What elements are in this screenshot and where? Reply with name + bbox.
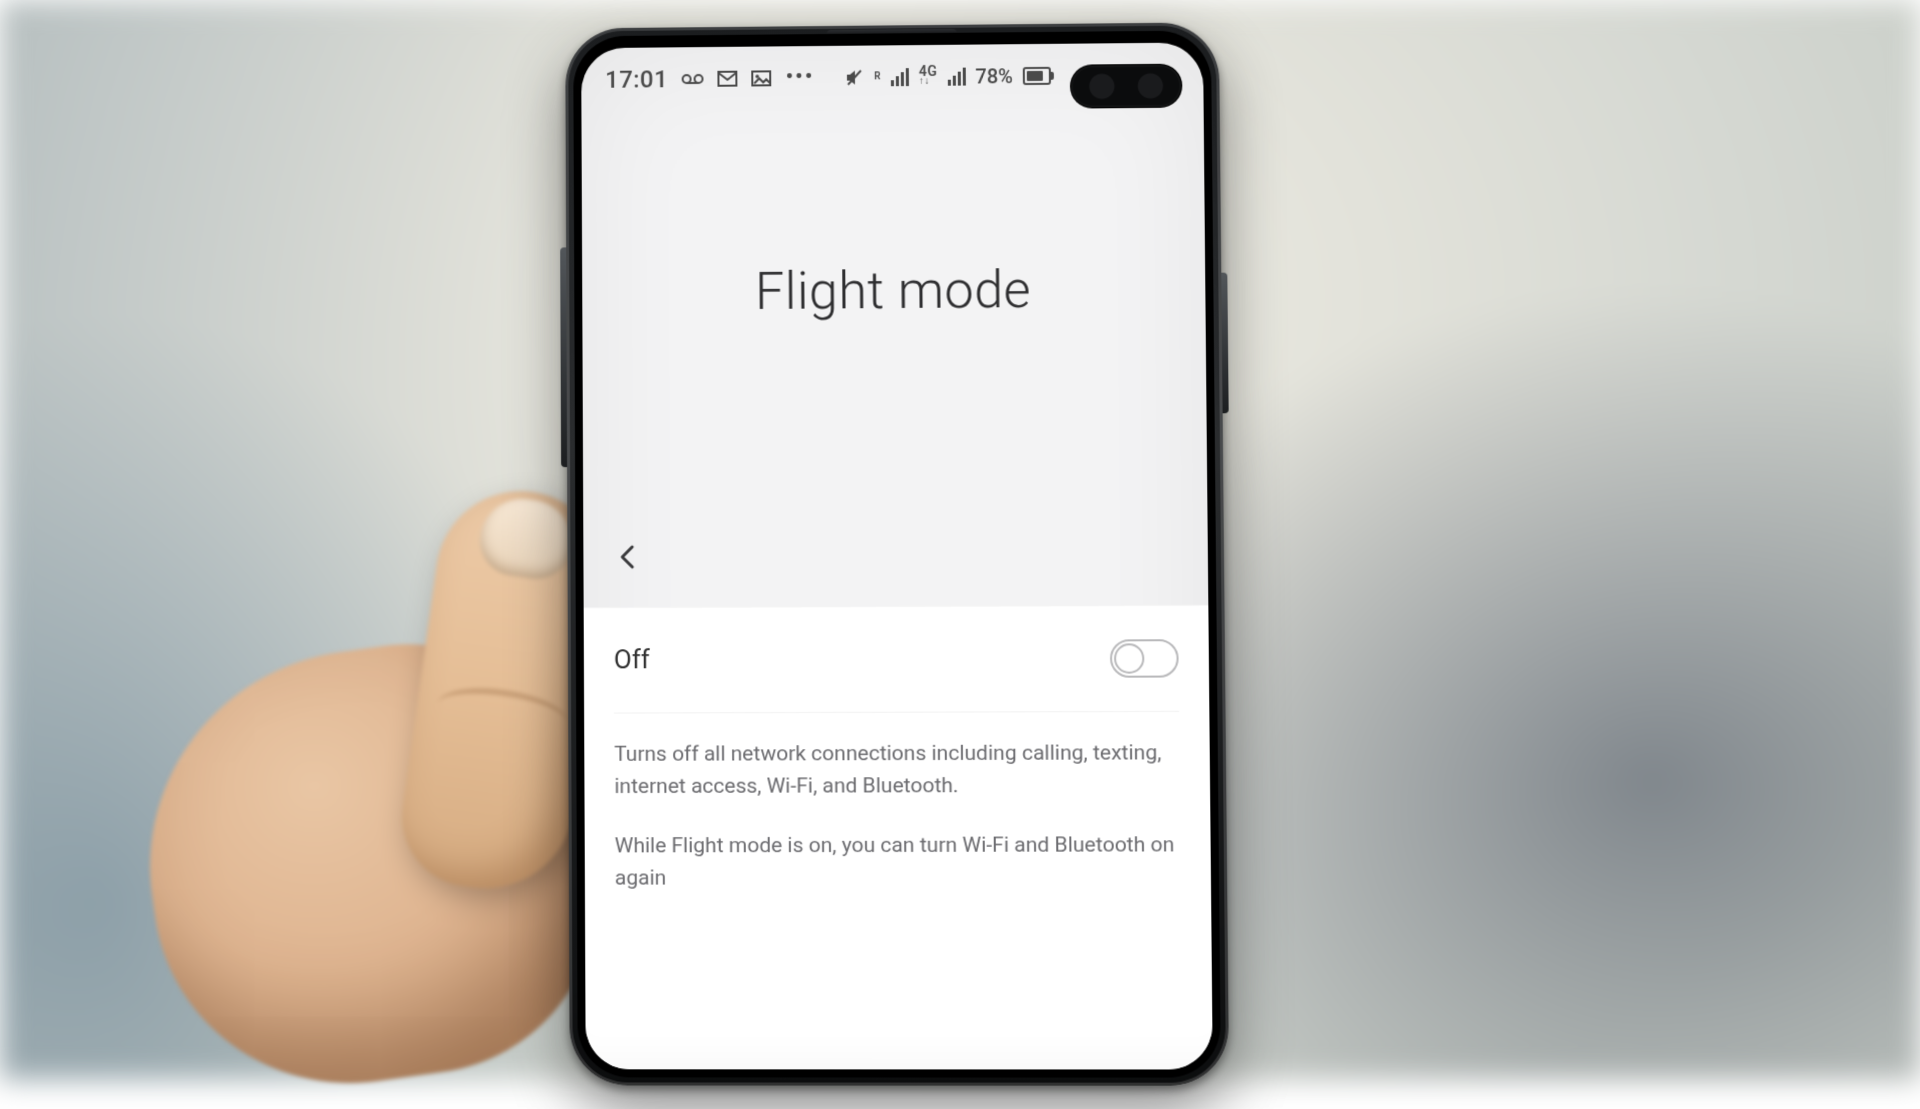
clock: 17:01 [605,65,668,93]
flight-mode-switch[interactable] [1110,639,1179,678]
flight-mode-description: Turns off all network connections includ… [614,712,1181,895]
switch-thumb [1114,643,1144,673]
flight-mode-toggle-label: Off [614,645,650,675]
description-paragraph-1: Turns off all network connections includ… [614,738,1180,803]
mute-icon [844,68,864,88]
phone-bezel: 17:01 [573,30,1221,1077]
content-area: Off Turns off all network connections in… [584,605,1213,1070]
flight-mode-toggle-row[interactable]: Off [614,606,1180,714]
battery-icon [1023,67,1051,85]
back-button[interactable] [601,530,655,584]
signal-bars-sim1-icon [891,68,909,86]
battery-percent: 78% [975,64,1013,88]
chevron-left-icon [614,543,642,571]
description-paragraph-2: While Flight mode is on, you can turn Wi… [615,830,1181,895]
roaming-badge: R [874,72,881,82]
phone-screen: 17:01 [581,42,1213,1069]
status-bar-right: R 4G ↑↓ 78% [844,63,1179,90]
toolbar [583,514,1208,597]
page-title: Flight mode [755,258,1031,321]
status-bar: 17:01 [581,42,1203,111]
voicemail-icon [682,72,704,86]
phone: 17:01 [565,22,1229,1085]
phone-frame: 17:01 [565,22,1229,1085]
page-header: Flight mode [581,106,1207,541]
image-icon [752,70,772,86]
signal-bars-sim2-icon [947,68,965,86]
network-type-badge: 4G ↑↓ [919,67,938,87]
gmail-icon [718,71,738,87]
status-bar-left: 17:01 [605,64,815,94]
network-arrows-text: ↑↓ [919,77,930,87]
roaming-badge-text: R [874,72,881,82]
